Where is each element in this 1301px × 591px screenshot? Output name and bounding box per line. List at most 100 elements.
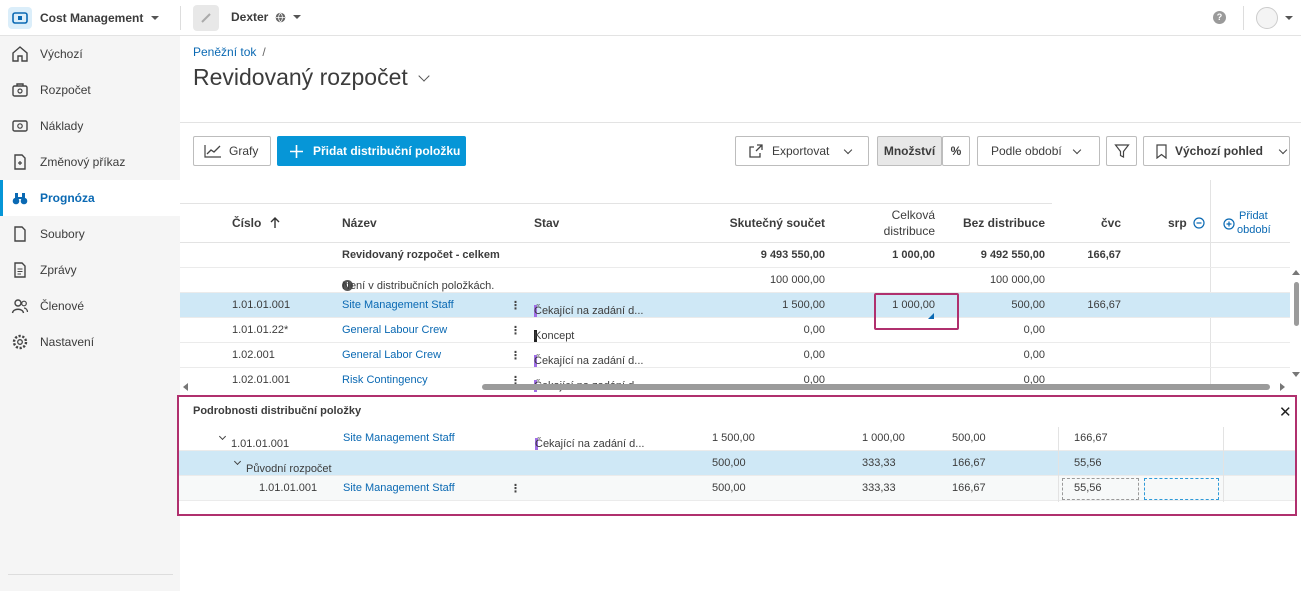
app-switcher[interactable]: Cost Management: [8, 6, 160, 30]
column-divider: [1223, 427, 1224, 502]
more-options-icon[interactable]: ⋮: [510, 299, 521, 312]
total-actual: 9 493 550,00: [760, 249, 825, 261]
column-name-header[interactable]: Název: [342, 216, 377, 230]
chevron-down-icon: [844, 145, 853, 154]
filter-button[interactable]: [1106, 136, 1137, 166]
cost-management-logo-icon: [8, 7, 32, 29]
table-row[interactable]: 1.02.001 General Labor Crew ⋮ Čekající n…: [180, 343, 1290, 368]
row-actual: 0,00: [803, 349, 825, 361]
total-undistributed: 9 492 550,00: [980, 249, 1045, 261]
detail-row-name-link[interactable]: Site Management Staff: [343, 432, 455, 444]
sidebar-item-home[interactable]: Výchozí: [0, 36, 180, 72]
horizontal-scrollbar[interactable]: [180, 382, 1290, 392]
table-row[interactable]: 1.01.01.22* General Labour Crew ⋮ Koncep…: [180, 318, 1290, 343]
divider: [180, 6, 181, 30]
chevron-down-icon: [418, 69, 430, 82]
detail-row-number: 1.01.01.001: [259, 482, 318, 494]
export-button[interactable]: Exportovat: [735, 136, 869, 166]
aug-input-cell[interactable]: [1144, 478, 1219, 500]
total-row-label: Revidovaný rozpočet - celkem: [342, 249, 500, 261]
detail-row[interactable]: 1.01.01.001 Site Management Staff Čekají…: [179, 426, 1295, 451]
chevron-down-icon[interactable]: [218, 432, 227, 441]
not-in-items-undistributed: 100 000,00: [989, 274, 1045, 286]
page-title-text: Revidovaný rozpočet: [193, 64, 408, 90]
total-jul: 166,67: [1087, 249, 1121, 261]
help-icon[interactable]: ?: [1213, 11, 1226, 24]
row-name-link[interactable]: General Labour Crew: [342, 324, 447, 336]
forecast-icon: [12, 193, 28, 205]
detail-row-name-link[interactable]: Site Management Staff: [343, 482, 455, 494]
sidebar-item-label: Změnový příkaz: [40, 155, 126, 169]
total-distribution: 1 000,00: [892, 249, 935, 261]
quantity-toggle[interactable]: Množství: [877, 136, 942, 166]
chevron-down-icon[interactable]: [233, 457, 242, 466]
app-name: Cost Management: [40, 11, 144, 25]
column-actual-header[interactable]: Skutečný součet: [710, 216, 825, 230]
grid-header: Číslo Název Stav Skutečný součet Celková…: [180, 204, 1290, 243]
column-jul-header[interactable]: čvc: [1060, 216, 1121, 230]
add-circle-icon: [1223, 218, 1235, 230]
row-undistributed: 500,00: [1011, 299, 1045, 311]
row-name-link[interactable]: General Labor Crew: [342, 349, 441, 361]
close-icon[interactable]: ✕: [1279, 403, 1292, 421]
detail-undistributed: 166,67: [952, 457, 986, 469]
detail-actual: 500,00: [712, 457, 746, 469]
add-distribution-item-label: Přidat distribuční položku: [313, 144, 461, 158]
column-status-header[interactable]: Stav: [534, 216, 559, 230]
column-aug-header[interactable]: srp: [1168, 216, 1205, 230]
chevron-down-icon: [293, 15, 302, 19]
scrollbar-thumb[interactable]: [482, 384, 1270, 390]
page-title[interactable]: Revidovaný rozpočet: [193, 64, 430, 91]
chevron-down-icon[interactable]: [1285, 16, 1293, 20]
row-jul[interactable]: 166,67: [1060, 299, 1121, 311]
sidebar-item-forecast[interactable]: Prognóza: [0, 180, 180, 216]
detail-total: 1 000,00: [862, 432, 905, 444]
export-label: Exportovat: [772, 144, 830, 158]
remove-circle-icon[interactable]: [1193, 217, 1205, 229]
sidebar-item-costs[interactable]: Náklady: [0, 108, 180, 144]
table-row[interactable]: 1.01.01.001 Site Management Staff ⋮ Čeka…: [180, 293, 1290, 318]
scroll-right-icon[interactable]: [1280, 383, 1285, 391]
sidebar-item-change-order[interactable]: Změnový příkaz: [0, 144, 180, 180]
detail-row[interactable]: 1.01.01.001 Site Management Staff ⋮ 500,…: [179, 476, 1295, 501]
add-distribution-item-button[interactable]: Přidat distribuční položku: [277, 136, 466, 166]
row-name-link[interactable]: Site Management Staff: [342, 299, 454, 311]
period-dropdown[interactable]: Podle období: [977, 136, 1100, 166]
detail-undistributed: 500,00: [952, 432, 986, 444]
charts-button[interactable]: Grafy: [193, 136, 271, 166]
sidebar-item-label: Nastavení: [40, 335, 95, 349]
more-options-icon[interactable]: ⋮: [510, 349, 521, 362]
row-number: 1.02.001: [232, 349, 275, 361]
sidebar-item-files[interactable]: Soubory: [0, 216, 180, 252]
detail-actual: 500,00: [712, 482, 746, 494]
scroll-down-icon[interactable]: [1292, 372, 1300, 377]
percent-toggle[interactable]: %: [942, 136, 970, 166]
sidebar-item-budget[interactable]: Rozpočet: [0, 72, 180, 108]
sidebar-item-label: Rozpočet: [40, 83, 91, 97]
project-selector[interactable]: Dexter: [231, 10, 302, 24]
sidebar-item-members[interactable]: Členové: [0, 288, 180, 324]
more-options-icon[interactable]: ⋮: [510, 324, 521, 337]
scroll-up-icon[interactable]: [1292, 270, 1300, 275]
add-period-button[interactable]: Přidat období: [1223, 210, 1271, 236]
row-number: 1.01.01.001: [232, 299, 291, 311]
more-options-icon[interactable]: ⋮: [510, 482, 521, 495]
breadcrumb-link[interactable]: Peněžní tok: [193, 45, 256, 59]
sidebar-item-reports[interactable]: Zprávy: [0, 252, 180, 288]
column-undistributed-header[interactable]: Bez distribuce: [950, 216, 1045, 230]
highlighted-cell: [874, 293, 959, 330]
avatar[interactable]: [1256, 7, 1278, 29]
globe-icon: [276, 12, 286, 22]
scroll-left-icon[interactable]: [183, 383, 188, 391]
detail-group-row[interactable]: Původní rozpočet 500,00 333,33 166,67 55…: [179, 451, 1295, 476]
sidebar-item-settings[interactable]: Nastavení: [0, 324, 180, 360]
column-number-header[interactable]: Číslo: [232, 216, 280, 230]
column-total-distribution-header[interactable]: Celková distribuce: [860, 208, 935, 238]
reports-icon: [14, 262, 26, 278]
vertical-scrollbar[interactable]: [1291, 268, 1301, 384]
detail-jul: 55,56: [1074, 457, 1102, 469]
project-logo-icon: [193, 5, 219, 31]
scrollbar-thumb[interactable]: [1294, 282, 1299, 326]
add-period-line-2: období: [1237, 224, 1271, 236]
view-dropdown[interactable]: Výchozí pohled: [1143, 136, 1290, 166]
